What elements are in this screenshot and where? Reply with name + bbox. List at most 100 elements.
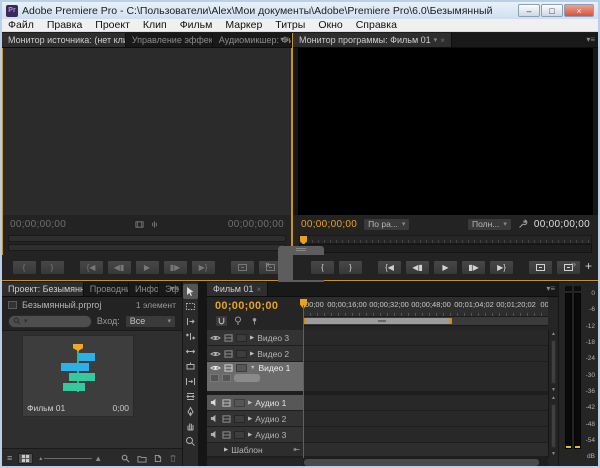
mark-in-button[interactable]: { [310,260,335,275]
track-lane-audio-3[interactable] [303,427,548,442]
tab-effect-controls[interactable]: Управление эффектами [126,33,213,47]
show-keyframes-button[interactable] [222,374,231,382]
eye-icon[interactable] [210,334,221,342]
sync-lock-icon[interactable] [224,364,233,372]
tab-program-monitor[interactable]: Монитор программы: Фильм 01 ▾ × [293,33,452,47]
insert-button[interactable] [229,260,255,275]
scroll-up-icon[interactable]: ▲ [549,330,558,338]
menu-item-clip[interactable]: Клип [143,19,167,31]
track-options-box[interactable] [234,374,260,382]
mark-out-button[interactable]: } [39,260,65,275]
project-item-sequence[interactable]: Фильм 01 0;00 [22,335,134,417]
track-lane-master[interactable] [303,443,548,456]
snap-toggle[interactable] [215,315,228,327]
scroll-down-icon[interactable]: ▼ [549,386,558,394]
step-forward-button[interactable]: ▮▶ [461,260,486,275]
speaker-icon[interactable] [210,430,219,439]
track-header-audio-2[interactable]: ▶ Аудио 2 [207,411,303,426]
tool-slip[interactable] [183,374,198,389]
menu-item-marker[interactable]: Маркер [225,19,262,31]
encore-marker-button[interactable] [232,315,244,327]
chevron-down-icon[interactable]: ▾ [434,36,438,44]
sync-lock-icon[interactable] [224,333,233,342]
collapse-arrow-icon[interactable]: ▶ [248,416,252,422]
track-lock-box[interactable] [236,349,247,358]
sync-lock-icon[interactable] [222,430,231,439]
track-name[interactable]: Аудио 1 [255,398,286,408]
tab-source-monitor[interactable]: Монитор источника: (нет клипов) ▾ × [2,33,126,47]
menu-item-title[interactable]: Титры [275,19,305,31]
scroll-down-icon[interactable]: ▼ [549,450,558,458]
go-to-out-button[interactable]: ▶} [190,260,216,275]
track-name[interactable]: Аудио 3 [255,430,286,440]
speaker-icon[interactable] [210,398,219,407]
track-lock-box[interactable] [234,430,245,439]
drag-video-icon[interactable] [135,220,144,229]
minimize-button[interactable]: – [518,4,540,17]
track-name[interactable]: Аудио 2 [255,414,286,424]
transport-overflow-icon[interactable]: » [265,259,270,269]
playhead-line[interactable] [303,305,304,458]
source-time-ruler[interactable] [8,235,286,242]
sequence-name[interactable]: Фильм 01 [27,403,65,413]
step-back-button[interactable]: ◀▮ [106,260,132,275]
tool-zoom[interactable] [183,434,198,449]
new-item-button[interactable] [154,454,162,463]
source-scrollbar[interactable] [8,244,286,251]
track-name[interactable]: Видео 1 [258,363,290,373]
program-viewer[interactable] [293,48,598,215]
set-display-style-button[interactable] [210,374,219,382]
find-button[interactable] [121,454,130,463]
video-scrollbar-thumb[interactable] [551,340,556,384]
collapse-arrow-icon[interactable]: ▶ [248,400,252,406]
track-lane-video-1[interactable] [303,362,548,391]
track-lock-box[interactable] [236,333,247,342]
eye-icon[interactable] [210,350,221,358]
track-name[interactable]: Видео 2 [257,349,289,359]
tool-track-select[interactable] [183,299,198,314]
track-lock-box[interactable] [234,414,245,423]
settings-wrench-icon[interactable] [518,219,528,229]
tool-hand[interactable] [183,419,198,434]
program-time-ruler[interactable] [299,235,592,245]
clear-button[interactable] [169,454,177,463]
track-lane-audio-1[interactable] [303,395,548,410]
collapse-arrow-icon[interactable]: ▶ [224,447,228,453]
icon-view-button[interactable] [18,452,34,464]
track-name[interactable]: Шаблон [231,445,262,455]
track-header-video-2[interactable]: ▶ Видео 2 [207,346,303,361]
menu-item-edit[interactable]: Правка [47,19,82,31]
tab-sequence[interactable]: Фильм 01 × [207,282,269,296]
collapse-arrow-icon[interactable]: ▶ [250,335,254,341]
new-bin-button[interactable] [137,454,147,463]
panel-menu-icon[interactable]: ▾≡ [586,35,595,44]
panel-menu-icon[interactable]: ▾≡ [170,284,179,293]
menu-item-project[interactable]: Проект [95,19,130,31]
tab-media-browser[interactable]: Проводник [84,282,130,296]
speaker-icon[interactable] [210,414,219,423]
track-header-video-3[interactable]: ▶ Видео 3 [207,330,303,345]
collapse-arrow-icon[interactable]: ▶ [250,351,254,357]
close-icon[interactable]: × [257,285,262,294]
tool-pen[interactable] [183,404,198,419]
timeline-ruler[interactable]: 00;00 00;00;16;00 00;00;32;00 00;00;48;0… [303,297,548,317]
zoom-slider[interactable]: ▴ ▲ [39,454,102,463]
source-viewer[interactable] [2,48,292,215]
track-header-master[interactable]: ▶ Шаблон ⇤ [207,443,303,456]
timeline-horizontal-scrollbar[interactable] [303,458,548,466]
source-timecode-current[interactable]: 00;00;00;00 [10,219,66,230]
lift-button[interactable] [528,260,553,275]
track-lane-audio-2[interactable] [303,411,548,426]
list-view-button[interactable]: ≡ [7,453,12,463]
track-header-video-1[interactable]: ▼ Видео 1 [207,362,303,391]
panel-menu-icon[interactable]: ▾≡ [280,35,289,44]
panel-menu-icon[interactable]: ▾≡ [546,284,555,293]
tool-rolling-edit[interactable] [183,329,198,344]
maximize-button[interactable]: □ [541,4,563,17]
timeline-hscroll-thumb[interactable] [304,459,540,466]
tool-slide[interactable] [183,389,198,404]
go-to-in-button[interactable]: {◀ [377,260,402,275]
tool-razor[interactable] [183,359,198,374]
track-lane-video-3[interactable] [303,330,548,345]
go-to-out-button[interactable]: ▶} [489,260,514,275]
